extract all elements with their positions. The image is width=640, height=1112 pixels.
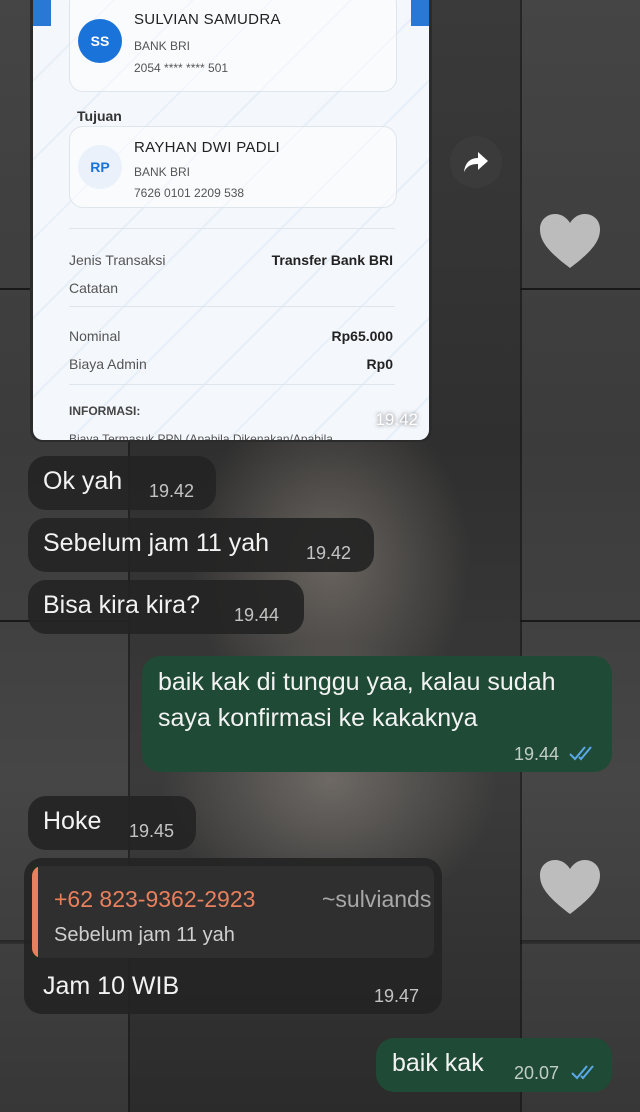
note-label: Catatan [69, 280, 119, 296]
incoming-message[interactable]: Sebelum jam 11 yah 19.42 [28, 518, 374, 572]
sender-account: 2054 **** **** 501 [134, 61, 229, 75]
message-time: 19.45 [129, 821, 175, 841]
message-text: Ok yah [43, 467, 123, 495]
message-time: 19.42 [375, 410, 418, 429]
info-text: Biaya Termasuk PPN (Apabila Dikenakan/Ap… [69, 432, 333, 440]
incoming-message[interactable]: Bisa kira kira? 19.44 [28, 580, 304, 634]
transfer-receipt-image: SS SULVIAN SAMUDRA BANK BRI 2054 **** **… [33, 0, 429, 440]
message-text: Jam 10 WIB [43, 972, 180, 1000]
receiver-card: RP RAYHAN DWI PADLI BANK BRI 7626 0101 2… [69, 126, 397, 208]
message-text: baik kak [392, 1049, 484, 1077]
message-time: 19.42 [306, 543, 352, 563]
admin-fee-label: Biaya Admin [69, 356, 147, 372]
receipt-edge [411, 0, 429, 26]
destination-label: Tujuan [77, 108, 122, 124]
transaction-type-value: Transfer Bank BRI [271, 252, 393, 268]
message-text: Hoke [43, 807, 102, 835]
message-text-line: saya konfirmasi ke kakaknya [158, 704, 478, 732]
message-time: 19.44 [234, 605, 280, 625]
sender-name: SULVIAN SAMUDRA [134, 11, 281, 28]
heart-icon [538, 858, 602, 916]
nominal-label: Nominal [69, 328, 121, 344]
double-check-icon [569, 746, 592, 761]
incoming-message[interactable]: Ok yah 19.42 [28, 456, 216, 510]
incoming-message[interactable]: Hoke 19.45 [28, 796, 196, 850]
message-time: 19.44 [514, 744, 560, 764]
nominal-value: Rp65.000 [331, 328, 393, 344]
message-text: Bisa kira kira? [43, 591, 200, 619]
transaction-type-label: Jenis Transaksi [69, 252, 166, 268]
forward-arrow-icon [464, 152, 488, 172]
sender-card: SS SULVIAN SAMUDRA BANK BRI 2054 **** **… [69, 0, 397, 92]
receiver-account: 7626 0101 2209 538 [134, 186, 245, 200]
message-time: 20.07 [514, 1063, 560, 1083]
info-label: INFORMASI: [69, 404, 141, 418]
sender-bank: BANK BRI [134, 39, 191, 53]
receiver-name: RAYHAN DWI PADLI [134, 139, 280, 156]
quoted-sender-phone: +62 823-9362-2923 [54, 886, 256, 912]
forward-button[interactable] [450, 136, 502, 188]
receiver-avatar: RP [78, 145, 122, 189]
quote-bar [32, 866, 38, 958]
admin-fee-value: Rp0 [366, 356, 393, 372]
quoted-message[interactable]: +62 823-9362-2923 ~sulviands Sebelum jam… [32, 866, 434, 958]
message-time: 19.42 [149, 481, 195, 501]
message-time: 19.47 [374, 986, 420, 1006]
message-text: Sebelum jam 11 yah [43, 529, 270, 557]
sender-avatar: SS [78, 19, 122, 63]
heart-icon [538, 212, 602, 270]
quoted-sender-alias: ~sulviands [322, 886, 432, 912]
receiver-bank: BANK BRI [134, 165, 191, 179]
double-check-icon [571, 1065, 594, 1080]
outgoing-message[interactable]: baik kak di tunggu yaa, kalau sudah saya… [142, 656, 612, 772]
message-text-line: baik kak di tunggu yaa, kalau sudah [158, 668, 556, 696]
outgoing-message[interactable]: baik kak 20.07 [376, 1038, 612, 1092]
quoted-text: Sebelum jam 11 yah [54, 924, 235, 946]
image-message[interactable]: SS SULVIAN SAMUDRA BANK BRI 2054 **** **… [30, 0, 432, 442]
incoming-reply-message[interactable]: +62 823-9362-2923 ~sulviands Sebelum jam… [24, 858, 442, 1014]
receipt-edge [33, 0, 51, 26]
